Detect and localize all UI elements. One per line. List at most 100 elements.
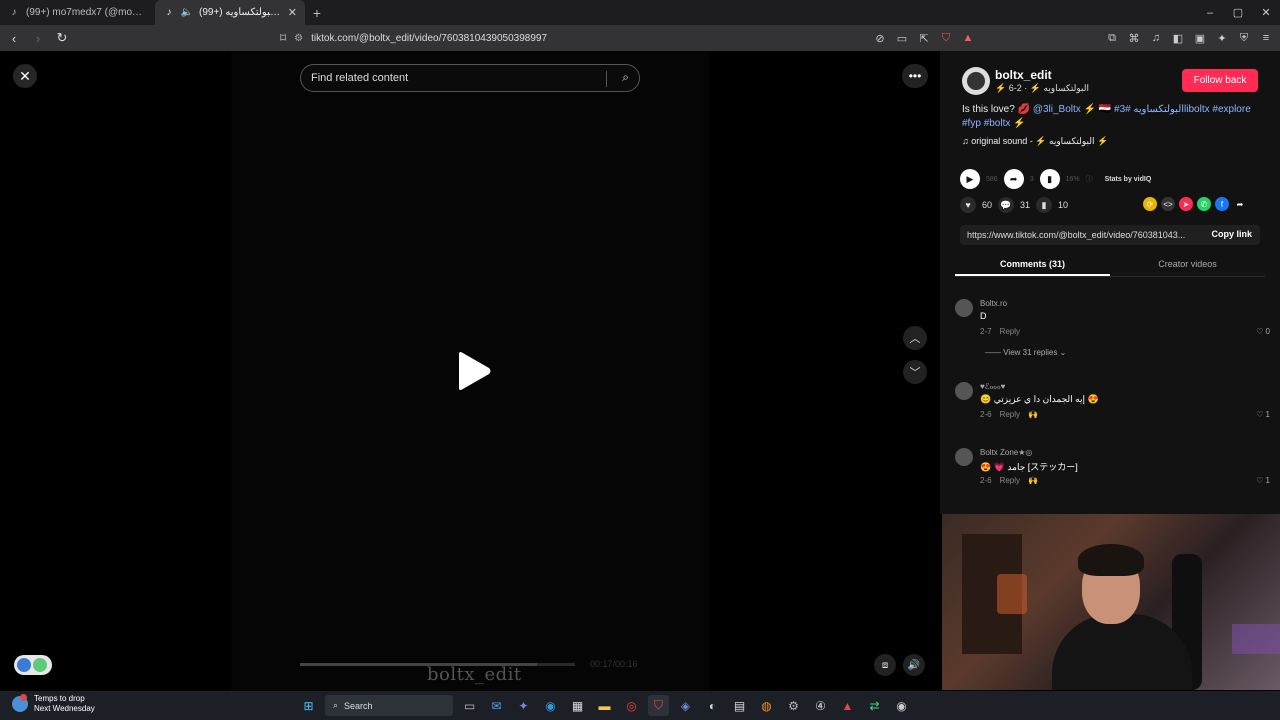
reload-icon[interactable]: ↻ (52, 28, 72, 48)
back-icon[interactable]: ‹ (4, 28, 24, 48)
comment-author[interactable]: Boltx Zone★◎ (980, 448, 1032, 457)
new-tab-button[interactable]: + (305, 5, 329, 21)
copy-link-button[interactable]: Copy link (1211, 229, 1252, 239)
menu-icon[interactable]: ≡ (1258, 28, 1274, 48)
info-icon[interactable]: ⓘ (1086, 174, 1093, 184)
reply-button[interactable]: Reply (1000, 327, 1020, 336)
wallet-icon[interactable]: ▣ (1192, 28, 1208, 48)
steam-icon[interactable]: ◐ (702, 695, 723, 716)
view-replies-button[interactable]: —— View 31 replies ⌄ (985, 348, 1066, 357)
app-icon[interactable]: ▲ (837, 695, 858, 716)
firefox-icon[interactable]: ◍ (756, 695, 777, 716)
search-icon: ⌕ (333, 700, 339, 710)
repost-icon[interactable]: ⟳ (1143, 197, 1157, 211)
creator-like-icon: 🙌 (1028, 476, 1038, 485)
extensions-icon[interactable]: ⧉ (1104, 28, 1120, 48)
more-options-button[interactable]: ••• (902, 64, 928, 88)
tab-video[interactable]: ♪ 🔈 (99+) البولتكساويه ⚡ ✕ (155, 0, 305, 25)
music-icon[interactable]: ♫ (1148, 28, 1164, 48)
bookmark-icon[interactable]: ▮ (1036, 197, 1053, 213)
weather-line-1: Temps to drop (34, 694, 85, 703)
close-tab-icon[interactable]: ✕ (288, 6, 297, 19)
sidebar-icon[interactable]: ◧ (1170, 28, 1186, 48)
reply-button[interactable]: Reply (1000, 410, 1020, 419)
maximize-button[interactable]: ▢ (1224, 0, 1252, 25)
hashtag-link[interactable]: #boltx ⚡ (984, 118, 1026, 129)
close-window-button[interactable]: ✕ (1252, 0, 1280, 25)
tab-profile[interactable]: ♪ (99+) mo7medx7 (@mohmmedlbib) | (0, 0, 155, 25)
tab-comments[interactable]: Comments (31) (955, 255, 1110, 276)
avatar[interactable] (955, 299, 973, 317)
windows-start-icon[interactable]: ⊞ (298, 695, 319, 716)
translate-icon[interactable]: ⌘ (1126, 28, 1142, 48)
copilot-icon[interactable]: ✦ (513, 695, 534, 716)
embed-icon[interactable]: <> (1161, 197, 1175, 211)
pip-icon[interactable]: ⧈ (874, 654, 896, 676)
comment-like[interactable]: ♡ 0 (1256, 327, 1270, 336)
brave-shield-icon[interactable]: ⛉ (938, 28, 954, 48)
mention-link[interactable]: @3li_Boltx ⚡ (1033, 104, 1096, 115)
share-arrow-icon[interactable]: ➦ (1233, 197, 1247, 211)
minimize-button[interactable]: – (1196, 0, 1224, 25)
edge-icon[interactable]: ◉ (540, 695, 561, 716)
related-search-input[interactable]: Find related content ⌕ (300, 64, 640, 92)
like-count: 0 (1265, 327, 1270, 336)
facebook-icon[interactable]: f (1215, 197, 1229, 211)
comment-author[interactable]: ♥ℰℴℴℴ♥ (980, 382, 1005, 391)
sound-link[interactable]: ♫ original sound - ⚡ البولتكساويه ⚡ (962, 136, 1108, 147)
video-app-icon[interactable]: ④ (810, 695, 831, 716)
chat-icon[interactable]: ✉ (486, 695, 507, 716)
taskbar-search[interactable]: ⌕ Search (325, 695, 453, 716)
settings-icon[interactable]: ⚙ (783, 695, 804, 716)
play-count-icon: ▶ (960, 169, 980, 189)
brave-rewards-icon[interactable]: ▲ (960, 28, 976, 48)
tab-creator-videos[interactable]: Creator videos (1110, 255, 1265, 276)
username[interactable]: boltx_edit (995, 68, 1052, 82)
bookmark-icon[interactable]: ⌑ (280, 31, 286, 45)
window-controls: – ▢ ✕ (1196, 0, 1280, 25)
comment-like[interactable]: ♡ 1 (1256, 410, 1270, 419)
volume-icon[interactable]: 🔊 (903, 654, 925, 676)
close-video-button[interactable]: ✕ (13, 64, 37, 88)
weather-widget[interactable]: Temps to drop Next Wednesday (12, 694, 95, 714)
store-icon[interactable]: ▦ (567, 695, 588, 716)
send-icon[interactable]: ➤ (1179, 197, 1193, 211)
previous-video-button[interactable]: ︿ (903, 326, 927, 350)
cast-icon[interactable]: ▭ (894, 28, 910, 48)
file-explorer-icon[interactable]: ▬ (594, 695, 615, 716)
comment-item: Boltx Zone★◎ 😍 💗 جامد [ステッカー] 2-6 Reply … (955, 448, 1270, 488)
heart-icon[interactable]: ♥ (960, 197, 976, 213)
share-url: https://www.tiktok.com/@boltx_edit/video… (967, 230, 1186, 240)
comment-like[interactable]: ♡ 1 (1256, 476, 1270, 485)
avatar[interactable] (955, 448, 973, 466)
creator-like-icon: 🙌 (1028, 410, 1038, 419)
hashtag-link[interactable]: #fyp (962, 118, 981, 129)
follow-back-button[interactable]: Follow back (1182, 69, 1258, 92)
hashtag-link[interactable]: #explore (1212, 104, 1250, 115)
reply-button[interactable]: Reply (1000, 476, 1020, 485)
brave-icon[interactable]: ⛉ (648, 695, 669, 716)
overlay-widget[interactable] (14, 655, 52, 675)
forward-icon[interactable]: › (28, 28, 48, 48)
mute-icon[interactable]: ⊘ (872, 28, 888, 48)
sync-app-icon[interactable]: ⇄ (864, 695, 885, 716)
comment-icon[interactable]: 💬 (998, 197, 1015, 213)
share-count-icon: ➦ (1003, 169, 1024, 189)
speaker-icon[interactable]: 🔈 (181, 7, 193, 19)
ai-icon[interactable]: ✦ (1214, 28, 1230, 48)
avatar[interactable] (955, 382, 973, 400)
discord-icon[interactable]: ◈ (675, 695, 696, 716)
search-icon[interactable]: ⌕ (622, 70, 629, 85)
obs-icon[interactable]: ◉ (891, 695, 912, 716)
next-video-button[interactable]: ﹀ (903, 360, 927, 384)
task-view-icon[interactable]: ▭ (459, 695, 480, 716)
whatsapp-icon[interactable]: ✆ (1197, 197, 1211, 211)
vpn-icon[interactable]: ⛨ (1236, 28, 1252, 48)
epic-games-icon[interactable]: ▤ (729, 695, 750, 716)
play-icon[interactable] (456, 351, 492, 391)
comment-author[interactable]: Boltx.ro (980, 299, 1007, 308)
site-info-icon[interactable]: ⚙ (294, 33, 303, 44)
share-icon[interactable]: ⇱ (916, 28, 932, 48)
chrome-icon[interactable]: ◎ (621, 695, 642, 716)
avatar[interactable] (962, 67, 990, 95)
